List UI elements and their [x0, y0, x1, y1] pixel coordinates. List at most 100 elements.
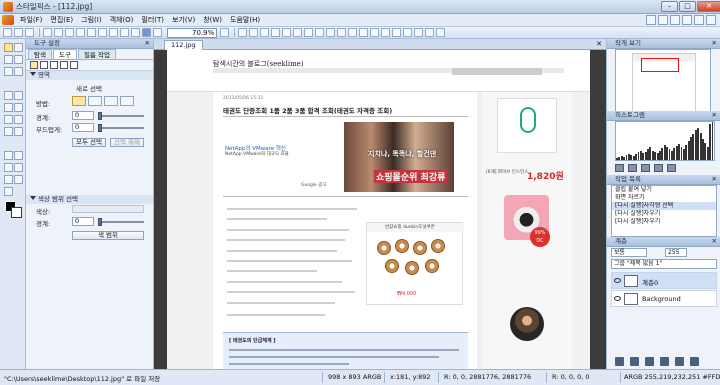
history-item[interactable]: [다시 실행]사각형 선택	[612, 202, 716, 210]
panel-close-icon[interactable]: ✕	[712, 39, 717, 48]
tab-film[interactable]: 필름 작업	[77, 49, 116, 59]
help-icon[interactable]	[706, 15, 716, 25]
history-item[interactable]: [다시 실행]자우기	[612, 210, 716, 218]
rect-select-icon[interactable]	[30, 61, 38, 69]
eyedropper-icon[interactable]	[14, 91, 23, 100]
menu-filter[interactable]: 필터(T)	[137, 15, 168, 25]
menu-view[interactable]: 보기(V)	[168, 15, 199, 25]
background-color-swatch[interactable]	[11, 207, 22, 218]
undo-icon[interactable]	[43, 28, 52, 37]
blur-icon[interactable]	[282, 28, 291, 37]
paste-icon[interactable]	[87, 28, 96, 37]
pencil-tool-icon[interactable]	[14, 103, 23, 112]
tab-tools[interactable]: 도구	[52, 49, 77, 59]
arrow-up-icon[interactable]	[315, 28, 324, 37]
window-icon[interactable]	[436, 28, 445, 37]
capture-icon[interactable]	[425, 28, 434, 37]
grid-icon[interactable]	[337, 28, 346, 37]
layer-group-field[interactable]: 그룹 "제목 없음 1"	[611, 259, 717, 269]
menu-window[interactable]: 창(W)	[199, 15, 226, 25]
merge-layer-icon[interactable]	[675, 357, 684, 366]
deselect-button[interactable]: 선택 해제	[110, 138, 144, 147]
text-tool-icon[interactable]	[4, 163, 13, 172]
document-close-icon[interactable]: ✕	[596, 40, 602, 48]
history-item[interactable]: [다시 실행]자우기	[612, 218, 716, 226]
brush-tool-icon[interactable]	[4, 103, 13, 112]
dodge-tool-icon[interactable]	[4, 151, 13, 160]
channel-green-icon[interactable]	[641, 164, 650, 172]
select-all-button[interactable]: 모두 선택	[72, 138, 106, 147]
frame-icon[interactable]	[392, 28, 401, 37]
channel-blue-icon[interactable]	[654, 164, 663, 172]
redo-icon[interactable]	[54, 28, 63, 37]
visibility-eye-icon[interactable]	[614, 296, 621, 301]
menu-edit[interactable]: 편집(E)	[46, 15, 77, 25]
zoom-out-icon[interactable]	[220, 28, 229, 37]
copy-icon[interactable]	[76, 28, 85, 37]
new-file-icon[interactable]	[3, 28, 12, 37]
arrow-down-icon[interactable]	[326, 28, 335, 37]
panel-close-icon[interactable]: ✕	[712, 175, 717, 184]
layer-row[interactable]: Background	[611, 290, 717, 307]
fit-icon[interactable]	[142, 28, 151, 37]
mode-new-button[interactable]	[72, 96, 86, 106]
slider-knob[interactable]	[98, 124, 102, 132]
menu-help[interactable]: 도움말(H)	[226, 15, 264, 25]
tab-navigate[interactable]: 탐색	[28, 49, 52, 59]
ellipse-select-icon[interactable]	[40, 61, 48, 69]
crop-icon[interactable]	[98, 28, 107, 37]
guide-icon[interactable]	[359, 28, 368, 37]
layer-down-icon[interactable]	[660, 357, 669, 366]
fill-tool-icon[interactable]	[4, 127, 13, 136]
rotate-icon[interactable]	[120, 28, 129, 37]
zoom-level-field[interactable]: 70.9%	[167, 27, 217, 38]
wand-select-icon[interactable]	[70, 61, 78, 69]
sticker-tool-icon[interactable]	[14, 175, 23, 184]
feather-slider[interactable]	[98, 124, 144, 132]
color-range-button[interactable]: 색 범위	[72, 231, 144, 240]
viewport-rectangle[interactable]	[641, 58, 679, 72]
document-tab[interactable]: 112.jpg	[164, 40, 203, 50]
panel-close-icon[interactable]: ✕	[145, 39, 150, 48]
zoom-tool-icon[interactable]	[4, 55, 13, 64]
save-icon[interactable]	[670, 15, 680, 25]
new-layer-icon[interactable]	[615, 357, 624, 366]
color-icon[interactable]	[260, 28, 269, 37]
menu-image[interactable]: 그림(I)	[77, 15, 105, 25]
menu-object[interactable]: 객체(O)	[106, 15, 138, 25]
section-selection[interactable]: 영역	[26, 71, 153, 80]
polygon-select-icon[interactable]	[60, 61, 68, 69]
color-wheel-icon[interactable]	[4, 187, 13, 196]
maximize-button[interactable]: □	[679, 1, 696, 12]
crop-tool-icon[interactable]	[4, 91, 13, 100]
image-canvas[interactable]: 탐색시간의 블로그(seeklime) 2011/05/06 15:31 태권도…	[154, 50, 606, 369]
open-icon[interactable]	[658, 15, 668, 25]
channel-red-icon[interactable]	[628, 164, 637, 172]
channel-rgb-icon[interactable]	[615, 164, 624, 172]
text-icon[interactable]	[370, 28, 379, 37]
hand-tool-icon[interactable]	[14, 43, 23, 52]
eraser-tool-icon[interactable]	[14, 115, 23, 124]
channel-lum-icon[interactable]	[667, 164, 676, 172]
tolerance-slider[interactable]	[98, 218, 144, 226]
slider-knob[interactable]	[98, 112, 102, 120]
panel-close-icon[interactable]: ✕	[712, 111, 717, 120]
flip-icon[interactable]	[131, 28, 140, 37]
section-color-range[interactable]: 색상 범위 선택	[26, 195, 153, 204]
history-item[interactable]: 화면 자르기	[612, 194, 716, 202]
close-button[interactable]: ✕	[697, 1, 720, 12]
lasso-select-icon[interactable]	[50, 61, 58, 69]
new-icon[interactable]	[646, 15, 656, 25]
effect-icon[interactable]	[403, 28, 412, 37]
minimize-button[interactable]: –	[661, 1, 678, 12]
select-tool-icon[interactable]	[14, 55, 23, 64]
mode-subtract-button[interactable]	[104, 96, 118, 106]
contrast-icon[interactable]	[249, 28, 258, 37]
arrow-right-icon[interactable]	[304, 28, 313, 37]
layer-icon[interactable]	[381, 28, 390, 37]
redeye-tool-icon[interactable]	[4, 175, 13, 184]
arrow-left-icon[interactable]	[293, 28, 302, 37]
batch-icon[interactable]	[414, 28, 423, 37]
delete-layer-icon[interactable]	[690, 357, 699, 366]
feather-spinner[interactable]: 0	[72, 123, 94, 132]
